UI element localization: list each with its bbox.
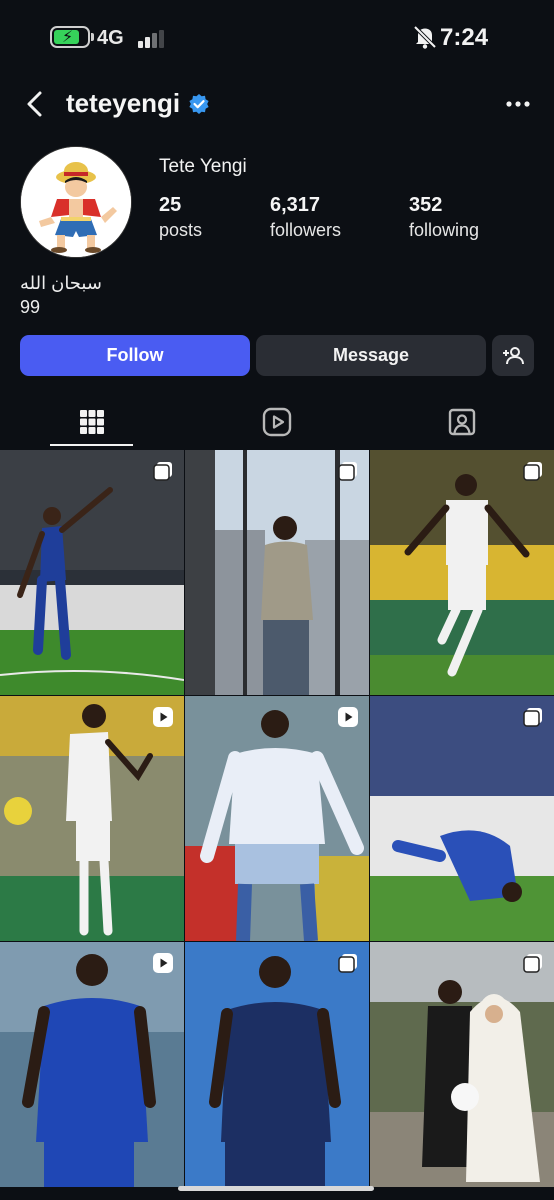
more-options-icon[interactable] xyxy=(504,94,532,114)
avatar-image xyxy=(21,147,131,257)
posts-count[interactable]: 25 posts xyxy=(159,194,202,241)
back-arrow-icon[interactable] xyxy=(22,90,50,118)
grid-icon xyxy=(80,410,104,434)
bell-muted-icon xyxy=(413,25,437,49)
post-thumbnail[interactable] xyxy=(370,450,554,695)
tagged-icon xyxy=(448,408,476,436)
post-image xyxy=(370,696,554,941)
post-image xyxy=(370,942,554,1187)
post-image xyxy=(0,696,184,941)
signal-strength-icon xyxy=(138,30,164,48)
stat-value: 6,317 xyxy=(270,194,321,216)
add-person-icon xyxy=(503,346,524,364)
bio-line-1: سبحان الله xyxy=(20,273,102,293)
home-indicator[interactable] xyxy=(178,1186,374,1191)
post-thumbnail[interactable] xyxy=(370,696,554,941)
post-thumbnail[interactable] xyxy=(0,942,184,1187)
post-image xyxy=(0,450,184,695)
profile-username: teteyengi xyxy=(66,88,181,118)
active-tab-indicator xyxy=(50,444,133,446)
posts-grid xyxy=(0,450,554,1200)
message-button[interactable]: Message xyxy=(256,335,486,376)
profile-tabs xyxy=(0,396,554,448)
post-image xyxy=(185,450,369,695)
post-thumbnail[interactable] xyxy=(0,696,184,941)
suggested-accounts-button[interactable] xyxy=(492,335,534,376)
reel-icon xyxy=(338,707,358,727)
carousel-icon xyxy=(523,462,542,481)
following-count[interactable]: 352 following xyxy=(409,194,479,241)
charging-bolt-icon: ⚡ xyxy=(62,29,74,46)
post-thumbnail[interactable] xyxy=(185,942,369,1187)
reels-icon xyxy=(262,407,292,437)
stat-label: following xyxy=(409,220,480,240)
clock: 7:24 xyxy=(440,24,489,51)
network-type: 4G xyxy=(97,27,124,49)
profile-header: teteyengi xyxy=(0,78,554,134)
stat-value: 25 xyxy=(159,194,182,216)
carousel-icon xyxy=(338,462,357,481)
followers-count[interactable]: 6,317 followers xyxy=(270,194,341,241)
post-image xyxy=(0,942,184,1187)
post-thumbnail[interactable] xyxy=(0,450,184,695)
carousel-icon xyxy=(523,954,542,973)
post-image xyxy=(370,450,554,695)
verified-badge-icon xyxy=(189,94,209,114)
battery-icon: ⚡ xyxy=(50,26,94,48)
profile-avatar[interactable] xyxy=(20,146,132,258)
profile-display-name: Tete Yengi xyxy=(159,156,247,177)
tab-tagged[interactable] xyxy=(370,396,554,448)
carousel-icon xyxy=(338,954,357,973)
post-image xyxy=(185,942,369,1187)
tab-reels[interactable] xyxy=(185,396,369,448)
reel-icon xyxy=(153,707,173,727)
carousel-icon xyxy=(153,462,172,481)
status-bar: ⚡ 4G 7:24 xyxy=(0,0,554,76)
follow-button[interactable]: Follow xyxy=(20,335,250,376)
stat-label: posts xyxy=(159,220,203,240)
post-thumbnail[interactable] xyxy=(185,450,369,695)
tab-posts-grid[interactable] xyxy=(0,396,184,448)
post-image xyxy=(185,696,369,941)
stat-value: 352 xyxy=(409,194,443,216)
post-thumbnail[interactable] xyxy=(370,942,554,1187)
bio-line-2: 99 xyxy=(20,297,41,317)
post-thumbnail[interactable] xyxy=(185,696,369,941)
reel-icon xyxy=(153,953,173,973)
stat-label: followers xyxy=(270,220,342,240)
carousel-icon xyxy=(523,708,542,727)
